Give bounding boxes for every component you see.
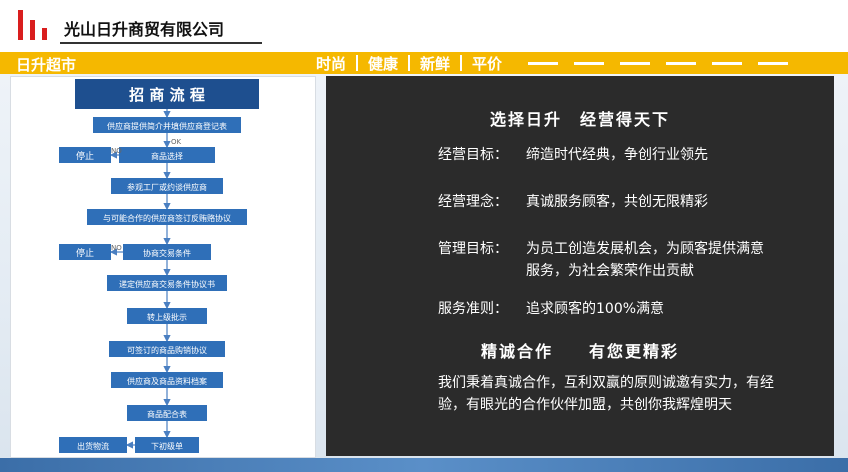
info-row: 经营理念： 真诚服务顾客，共创无限精彩	[438, 191, 816, 213]
panel-heading-primary: 选择日升 经营得天下	[489, 110, 670, 129]
decor-dash	[574, 61, 605, 65]
panel-heading-secondary: 精诚合作 有您更精彩	[480, 342, 679, 361]
info-label: 服务准则：	[438, 301, 508, 317]
ship-label: 出货物流	[77, 441, 109, 451]
info-value: 为员工创造发展机会，为顾客提供满意服务，为社会繁荣作出贡献	[526, 241, 764, 279]
flowchart-panel: 招 商 流 程 供应商提供简介并填供应商登记表 商品选择 参观工厂或约谈供应商 …	[10, 76, 316, 458]
flow-step: 递定供应商交易条件协议书	[119, 279, 215, 289]
flow-step: 供应商提供简介并填供应商登记表	[107, 121, 227, 131]
nav-item-health: 健康	[368, 54, 399, 73]
title-bar: 日升超市 时尚 健康 新鲜 平价	[0, 52, 848, 74]
ok-label: OK	[171, 138, 182, 146]
store-name: 日升超市	[16, 56, 77, 74]
info-value: 追求顾客的100%满意	[526, 301, 665, 317]
nav-item-affordable: 平价	[472, 54, 503, 73]
flow-step: 商品配合表	[147, 409, 187, 419]
decor-dash	[666, 61, 697, 65]
flow-step: 协商交易条件	[143, 248, 191, 258]
no-label: NO	[111, 147, 122, 155]
info-row: 管理目标： 为员工创造发展机会，为顾客提供满意服务，为社会繁荣作出贡献	[438, 238, 772, 282]
flow-step: 可签订的商品购销协议	[127, 345, 207, 355]
stop-label: 停止	[76, 150, 94, 162]
invitation-paragraph: 我们秉着真诚合作，互利双赢的原则诚邀有实力，有经验，有眼光的合作伙伴加盟，共创你…	[438, 375, 774, 413]
info-label: 经营理念：	[438, 194, 508, 210]
decor-dash	[528, 61, 559, 65]
info-label: 经营目标：	[438, 147, 508, 163]
decor-dash	[758, 61, 789, 65]
info-label: 管理目标：	[438, 241, 508, 257]
no-label: NO	[111, 244, 122, 252]
flowchart: 招 商 流 程 供应商提供简介并填供应商登记表 商品选择 参观工厂或约谈供应商 …	[59, 79, 259, 453]
company-underline	[60, 42, 262, 44]
flow-step: 商品选择	[151, 151, 183, 161]
flow-step: 下初级单	[151, 441, 183, 451]
company-name: 光山日升商贸有限公司	[64, 20, 225, 39]
decor-dash	[620, 61, 651, 65]
info-row: 经营目标： 缔造时代经典，争创行业领先	[438, 144, 816, 166]
info-row: 服务准则： 追求顾客的100%满意	[438, 298, 816, 320]
flow-step: 供应商及商品资料档案	[127, 376, 207, 386]
stop-label: 停止	[76, 247, 94, 259]
bottom-strip	[0, 458, 848, 472]
info-value: 真诚服务顾客，共创无限精彩	[526, 194, 708, 210]
info-value: 缔造时代经典，争创行业领先	[526, 147, 708, 163]
decor-dash	[712, 61, 743, 65]
slogan-nav: 时尚 健康 新鲜 平价	[306, 54, 789, 73]
flow-title: 招 商 流 程	[129, 86, 205, 104]
nav-item-fashion: 时尚	[316, 54, 347, 73]
flow-step: 转上级批示	[147, 312, 187, 322]
nav-item-fresh: 新鲜	[420, 54, 451, 73]
header: 光山日升商贸有限公司	[0, 0, 848, 50]
company-logo-icon	[18, 10, 47, 40]
flow-step: 与可能合作的供应商签订反贿赂协议	[103, 213, 231, 223]
info-panel: 选择日升 经营得天下 经营目标： 缔造时代经典，争创行业领先 经营理念： 真诚服…	[326, 76, 834, 456]
flow-step: 参观工厂或约谈供应商	[127, 182, 207, 192]
